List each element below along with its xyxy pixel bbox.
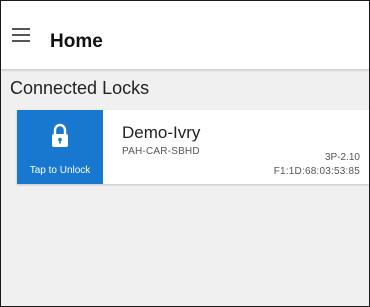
section-title: Connected Locks (10, 78, 150, 98)
padlock-icon (51, 123, 69, 149)
app-bar: Home (1, 1, 369, 70)
hamburger-menu-icon[interactable] (8, 23, 34, 47)
unlock-label: Tap to Unlock (29, 165, 91, 176)
lock-mac-address: F1:1D:68:03:53:85 (273, 166, 360, 177)
app-window: Home Connected Locks Tap to Unlock Demo-… (0, 0, 370, 307)
page-title: Home (50, 31, 103, 52)
lock-card[interactable]: Tap to Unlock Demo-Ivry PAH-CAR-SBHD 3P-… (17, 110, 369, 184)
lock-version: 3P-2.10 (324, 152, 360, 163)
lock-name: Demo-Ivry (122, 123, 201, 142)
lock-code: PAH-CAR-SBHD (122, 146, 200, 157)
tap-to-unlock-button[interactable]: Tap to Unlock (17, 110, 103, 184)
